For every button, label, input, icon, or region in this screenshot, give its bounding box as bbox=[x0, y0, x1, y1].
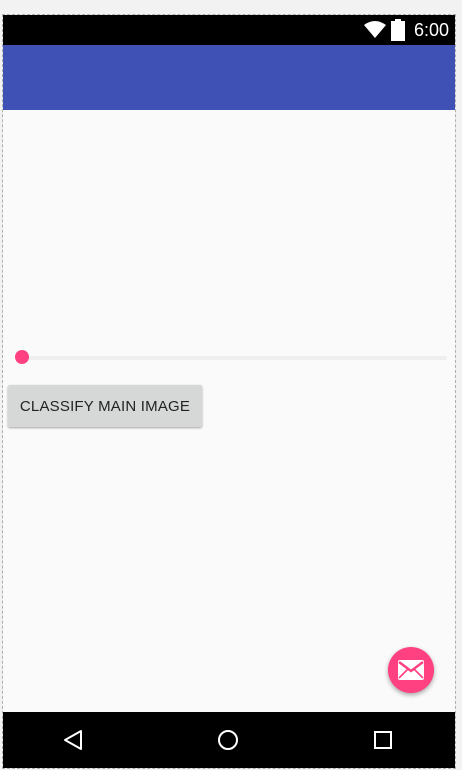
app-bar bbox=[3, 45, 455, 110]
navigation-bar bbox=[3, 712, 455, 768]
classify-main-image-button[interactable]: CLASSIFY MAIN IMAGE bbox=[8, 385, 202, 427]
nav-back-button[interactable] bbox=[59, 726, 87, 754]
device-frame: 6:00 CLASSIFY MAIN IMAGE bbox=[2, 14, 456, 769]
home-icon bbox=[218, 730, 238, 750]
nav-recents-button[interactable] bbox=[369, 726, 397, 754]
mail-fab-button[interactable] bbox=[388, 647, 434, 693]
battery-icon bbox=[391, 19, 405, 41]
seekbar-track[interactable] bbox=[21, 356, 447, 360]
nav-home-button[interactable] bbox=[214, 726, 242, 754]
status-time: 6:00 bbox=[413, 20, 449, 40]
wifi-icon bbox=[364, 21, 386, 38]
seekbar-thumb[interactable] bbox=[15, 350, 29, 364]
back-icon bbox=[64, 730, 82, 750]
status-bar: 6:00 bbox=[3, 15, 455, 45]
recents-icon bbox=[374, 731, 392, 749]
seekbar[interactable] bbox=[15, 350, 447, 366]
mail-icon bbox=[398, 660, 424, 680]
